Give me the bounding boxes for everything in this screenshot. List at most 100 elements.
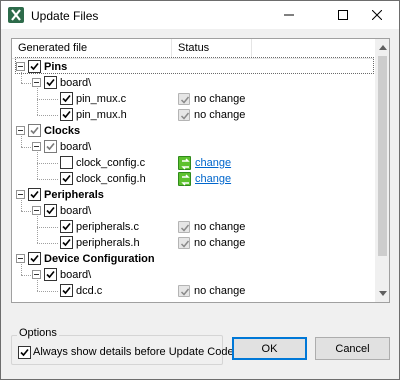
ok-button[interactable]: OK xyxy=(232,337,307,360)
chevron-up-icon xyxy=(378,45,387,50)
collapse-toggle[interactable] xyxy=(16,126,25,135)
file-name[interactable]: peripherals.c xyxy=(76,219,139,235)
collapse-toggle[interactable] xyxy=(32,270,41,279)
group-label[interactable]: Clocks xyxy=(44,123,80,139)
status-text: no change xyxy=(194,285,246,297)
file-checkbox[interactable] xyxy=(60,156,73,169)
status-change-link[interactable]: change xyxy=(195,171,231,187)
update-files-dialog: Update Files Generated file Status Pins b… xyxy=(0,0,400,380)
group-checkbox[interactable] xyxy=(28,60,41,73)
always-show-details-checkbox[interactable] xyxy=(18,346,31,359)
scroll-down-button[interactable] xyxy=(375,285,389,302)
minimize-icon xyxy=(284,14,294,16)
folder-checkbox[interactable] xyxy=(44,140,57,153)
file-checkbox[interactable] xyxy=(60,108,73,121)
always-show-details-label[interactable]: Always show details before Update Code xyxy=(33,346,234,358)
file-name[interactable]: peripherals.h xyxy=(76,235,140,251)
checkmark-icon xyxy=(62,286,71,295)
options-group-title: Options xyxy=(17,327,59,339)
status-text: no change xyxy=(194,221,246,233)
file-checkbox[interactable] xyxy=(60,220,73,233)
checkmark-icon xyxy=(62,94,71,103)
checkmark-icon xyxy=(30,126,39,135)
no-change-status-icon xyxy=(178,93,190,105)
folder-label[interactable]: board\ xyxy=(60,139,91,155)
status-text: no change xyxy=(194,93,246,105)
tree-connector xyxy=(21,264,22,275)
checkmark-icon xyxy=(62,238,71,247)
group-label[interactable]: Device Configuration xyxy=(44,251,155,267)
checkmark-icon xyxy=(62,174,71,183)
checkmark-icon xyxy=(30,254,39,263)
chevron-down-icon xyxy=(378,291,387,296)
group-label[interactable]: Peripherals xyxy=(44,187,104,203)
column-header-status[interactable]: Status xyxy=(178,42,209,54)
tree-connector xyxy=(21,72,22,83)
group-checkbox[interactable] xyxy=(28,252,41,265)
change-status-icon xyxy=(178,156,191,170)
collapse-toggle[interactable] xyxy=(16,190,25,199)
collapse-toggle[interactable] xyxy=(16,254,25,263)
tree-connector xyxy=(37,216,38,243)
file-name[interactable]: clock_config.h xyxy=(76,171,146,187)
tree-connector xyxy=(21,147,31,148)
file-name[interactable]: pin_mux.h xyxy=(76,107,127,123)
scroll-thumb[interactable] xyxy=(378,56,387,256)
tree-connector xyxy=(37,243,58,244)
checkmark-icon xyxy=(30,62,39,71)
close-button[interactable] xyxy=(355,1,399,29)
folder-checkbox[interactable] xyxy=(44,204,57,217)
checkmark-icon xyxy=(62,110,71,119)
file-checkbox[interactable] xyxy=(60,172,73,185)
column-header-generated-file[interactable]: Generated file xyxy=(18,42,87,54)
group-checkbox[interactable] xyxy=(28,188,41,201)
file-name[interactable]: dcd.c xyxy=(76,283,102,299)
file-checkbox[interactable] xyxy=(60,92,73,105)
generated-files-tree: Generated file Status Pins board\ pin_mux.… xyxy=(11,38,390,303)
tree-connector xyxy=(37,291,58,292)
close-icon xyxy=(372,10,382,20)
folder-label[interactable]: board\ xyxy=(60,267,91,283)
tree-connector xyxy=(21,200,22,211)
checkmark-icon xyxy=(62,222,71,231)
collapse-toggle[interactable] xyxy=(16,62,25,71)
title-bar: Update Files xyxy=(1,1,399,29)
file-name[interactable]: clock_config.c xyxy=(76,155,145,171)
status-change-link[interactable]: change xyxy=(195,155,231,171)
tree-connector xyxy=(21,211,31,212)
folder-label[interactable]: board\ xyxy=(60,203,91,219)
no-change-status-icon xyxy=(178,237,190,249)
file-name[interactable]: pin_mux.c xyxy=(76,91,126,107)
cancel-button[interactable]: Cancel xyxy=(315,337,390,360)
group-label[interactable]: Pins xyxy=(44,59,67,75)
checkmark-icon xyxy=(46,78,55,87)
file-checkbox[interactable] xyxy=(60,236,73,249)
group-checkbox[interactable] xyxy=(28,124,41,137)
checkmark-icon xyxy=(46,142,55,151)
no-change-status-icon xyxy=(178,285,190,297)
tree-connector xyxy=(37,227,58,228)
vertical-scrollbar[interactable] xyxy=(375,39,389,302)
collapse-toggle[interactable] xyxy=(32,142,41,151)
tree-connector xyxy=(37,99,58,100)
column-divider[interactable] xyxy=(171,39,172,59)
folder-checkbox[interactable] xyxy=(44,76,57,89)
collapse-toggle[interactable] xyxy=(32,206,41,215)
tree-connector xyxy=(37,179,58,180)
tree-connector xyxy=(37,88,38,115)
minimize-button[interactable] xyxy=(267,1,311,29)
checkmark-icon xyxy=(30,190,39,199)
checkmark-icon xyxy=(20,348,29,357)
focused-row-outline xyxy=(15,57,374,74)
no-change-status-icon xyxy=(178,221,190,233)
collapse-toggle[interactable] xyxy=(32,78,41,87)
folder-label[interactable]: board\ xyxy=(60,75,91,91)
tree-connector xyxy=(21,136,22,147)
app-x-logo-icon xyxy=(8,7,24,23)
folder-checkbox[interactable] xyxy=(44,268,57,281)
column-divider[interactable] xyxy=(251,39,252,59)
scroll-up-button[interactable] xyxy=(375,39,389,56)
window-title: Update Files xyxy=(31,9,99,23)
checkmark-icon xyxy=(46,270,55,279)
file-checkbox[interactable] xyxy=(60,284,73,297)
